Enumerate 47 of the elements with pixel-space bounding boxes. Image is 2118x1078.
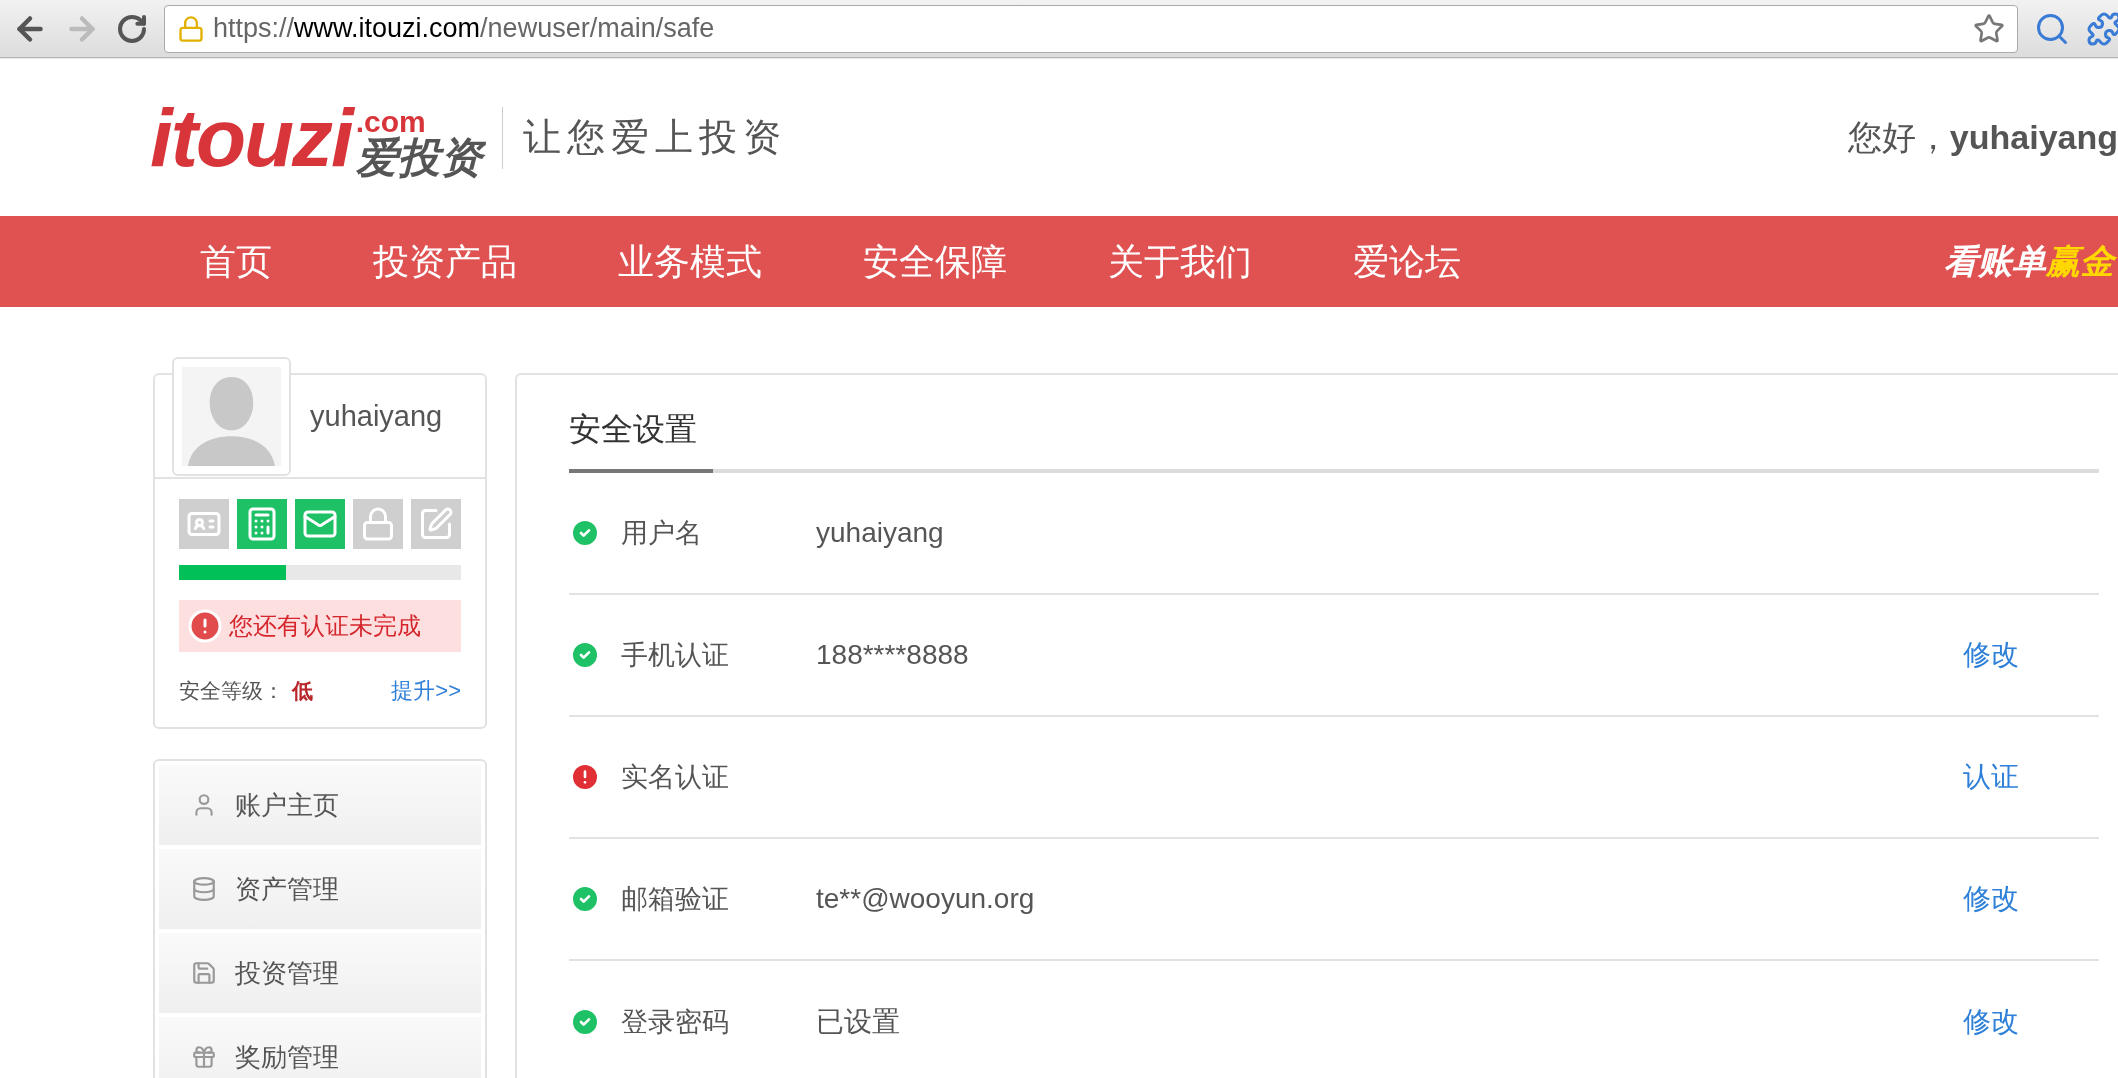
sidebar-item[interactable]: 奖励管理 (159, 1017, 481, 1078)
envelope-icon[interactable] (295, 499, 345, 549)
sidebar-item[interactable]: 投资管理 (159, 933, 481, 1013)
alert-text: 您还有认证未完成 (229, 611, 421, 641)
nav-link[interactable]: 业务模式 (618, 234, 762, 289)
setting-action-link[interactable]: 修改 (1963, 1001, 2019, 1043)
address-bar[interactable]: https://www.itouzi.com/newuser/main/safe (164, 4, 2018, 53)
gift-icon (191, 1044, 217, 1070)
database-icon (191, 876, 217, 902)
nav-link[interactable]: 安全保障 (863, 234, 1007, 289)
setting-label: 手机认证 (621, 638, 730, 672)
lock-icon[interactable] (353, 499, 403, 549)
avatar-silhouette-icon (182, 367, 281, 466)
slogan: 让您爱上投资 (522, 114, 787, 161)
url-text: https://www.itouzi.com/newuser/main/safe (213, 12, 715, 46)
setting-value: 188****8888 (816, 638, 969, 672)
reload-icon[interactable] (116, 12, 148, 45)
profile-username: yuhaiyang (310, 399, 443, 434)
setting-label: 登录密码 (621, 1005, 730, 1039)
security-level-label: 安全等级： (179, 677, 284, 704)
nav-link[interactable]: 关于我们 (1108, 234, 1252, 289)
setting-label: 邮箱验证 (621, 882, 730, 916)
promo-text[interactable]: 看账单赢金 (1944, 236, 2118, 287)
setting-label: 实名认证 (621, 760, 730, 794)
panel-title[interactable]: 安全设置 (569, 405, 713, 473)
upgrade-link[interactable]: 提升>> (391, 674, 461, 707)
setting-action-link[interactable]: 认证 (1963, 756, 2019, 798)
setting-label: 用户名 (621, 516, 703, 550)
security-level-value: 低 (292, 677, 313, 704)
bookmark-star-icon[interactable] (1973, 12, 2005, 45)
edit-icon[interactable] (411, 499, 461, 549)
sidebar-item[interactable]: 账户主页 (159, 765, 481, 845)
greeting-text: 您好，yuhaiyang (1847, 117, 2118, 158)
setting-action-link[interactable]: 修改 (1963, 634, 2019, 676)
warning-lock-icon (177, 14, 205, 43)
calculator-icon[interactable] (237, 499, 287, 549)
id-card-icon[interactable] (179, 499, 229, 549)
setting-value: yuhaiyang (816, 516, 944, 550)
setting-value: te**@wooyun.org (816, 882, 1035, 916)
setting-value: 已设置 (816, 1005, 900, 1039)
sidebar-item[interactable]: 资产管理 (159, 849, 481, 929)
nav-link[interactable]: 投资产品 (373, 234, 517, 289)
alert-icon (187, 608, 223, 644)
setting-action-link[interactable]: 修改 (1963, 878, 2019, 920)
nav-link[interactable]: 首页 (200, 234, 272, 289)
nav-link[interactable]: 爱论坛 (1353, 234, 1461, 289)
extension-icon[interactable] (2086, 10, 2118, 47)
